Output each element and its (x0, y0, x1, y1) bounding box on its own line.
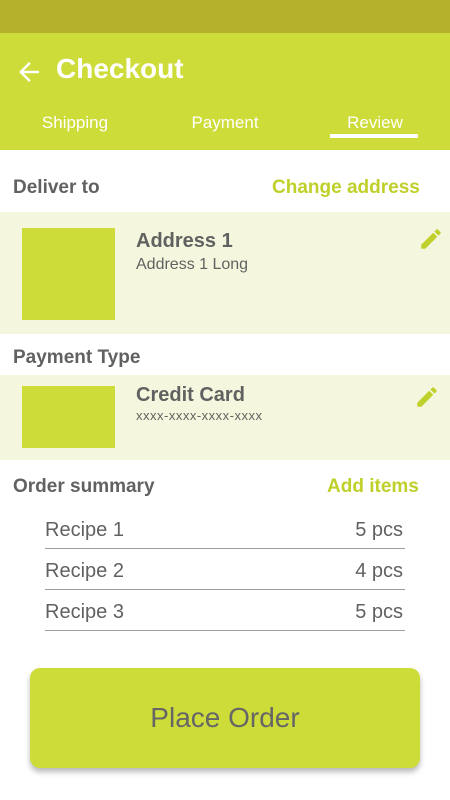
item-quantity: 5 pcs (355, 601, 403, 623)
order-summary-label: Order summary (13, 476, 155, 497)
address-thumbnail (22, 228, 115, 320)
page-title: Checkout (56, 53, 184, 84)
address-card[interactable]: Address 1 Address 1 Long (0, 212, 450, 334)
add-items-link[interactable]: Add items (327, 476, 419, 498)
item-name: Recipe 2 (45, 560, 124, 582)
summary-row: Recipe 3 5 pcs (45, 590, 405, 631)
edit-address-icon[interactable] (418, 226, 444, 252)
item-quantity: 5 pcs (355, 519, 403, 541)
summary-row: Recipe 2 4 pcs (45, 549, 405, 590)
edit-payment-icon[interactable] (414, 384, 440, 410)
summary-row: Recipe 1 5 pcs (45, 508, 405, 549)
address-title: Address 1 (136, 230, 233, 252)
payment-card[interactable]: Credit Card xxxx-xxxx-xxxx-xxxx (0, 375, 450, 460)
tab-shipping[interactable]: Shipping (0, 113, 150, 133)
payment-method: Credit Card (136, 384, 245, 406)
item-quantity: 4 pcs (355, 560, 403, 582)
status-bar (0, 0, 450, 33)
tab-payment[interactable]: Payment (150, 113, 300, 133)
app-bar: Checkout Shipping Payment Review (0, 33, 450, 150)
active-tab-indicator (330, 134, 418, 138)
deliver-to-label: Deliver to (13, 177, 100, 198)
payment-thumbnail (22, 386, 115, 448)
item-name: Recipe 3 (45, 601, 124, 623)
change-address-link[interactable]: Change address (272, 177, 420, 199)
card-number: xxxx-xxxx-xxxx-xxxx (136, 408, 263, 423)
back-arrow-icon[interactable] (14, 57, 44, 87)
place-order-button[interactable]: Place Order (30, 668, 420, 768)
payment-type-label: Payment Type (13, 347, 141, 368)
item-name: Recipe 1 (45, 519, 124, 541)
tab-review[interactable]: Review (300, 113, 450, 133)
address-long: Address 1 Long (136, 256, 249, 273)
